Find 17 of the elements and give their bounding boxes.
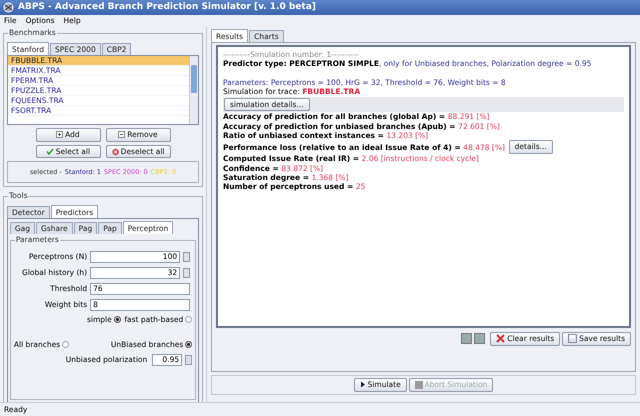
spinner-icon[interactable] (183, 268, 190, 278)
stop-icon (414, 380, 423, 389)
checkmark-icon (46, 148, 54, 155)
radio-button[interactable] (62, 341, 70, 348)
spinner-icon[interactable] (185, 354, 192, 365)
scrollbar[interactable] (189, 56, 198, 124)
play-icon (360, 381, 366, 388)
radio-button[interactable] (185, 341, 192, 348)
cancel-icon (112, 148, 119, 156)
spinner-icon[interactable] (183, 252, 190, 262)
cross-icon (496, 334, 506, 344)
app-icon (3, 2, 14, 13)
plus-icon (56, 131, 64, 138)
minus-icon (118, 131, 126, 138)
radio-button[interactable] (114, 316, 121, 324)
window-title: ABPS - Advanced Branch Prediction Simulator [v. 1.0 beta] (18, 2, 316, 14)
radio-button[interactable] (185, 316, 192, 324)
